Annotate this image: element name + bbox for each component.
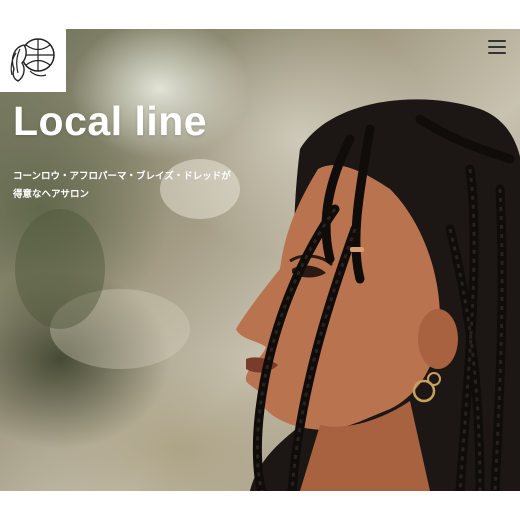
menu-bar — [488, 46, 506, 48]
menu-bar — [488, 52, 506, 54]
page: Local line コーンロウ・アフロパーマ・ブレイズ・ドレッドが 得意なヘア… — [0, 0, 520, 520]
tagline-line-2: 得意なヘアサロン — [13, 189, 90, 200]
hero-tagline: コーンロウ・アフロパーマ・ブレイズ・ドレッドが 得意なヘアサロン — [13, 168, 231, 204]
lion-globe-logo-icon — [10, 38, 55, 82]
site-logo[interactable] — [0, 29, 66, 92]
hamburger-menu-icon[interactable] — [488, 40, 506, 54]
hero-title: Local line — [13, 98, 208, 144]
tagline-line-1: コーンロウ・アフロパーマ・ブレイズ・ドレッドが — [13, 171, 231, 182]
menu-bar — [488, 40, 506, 42]
